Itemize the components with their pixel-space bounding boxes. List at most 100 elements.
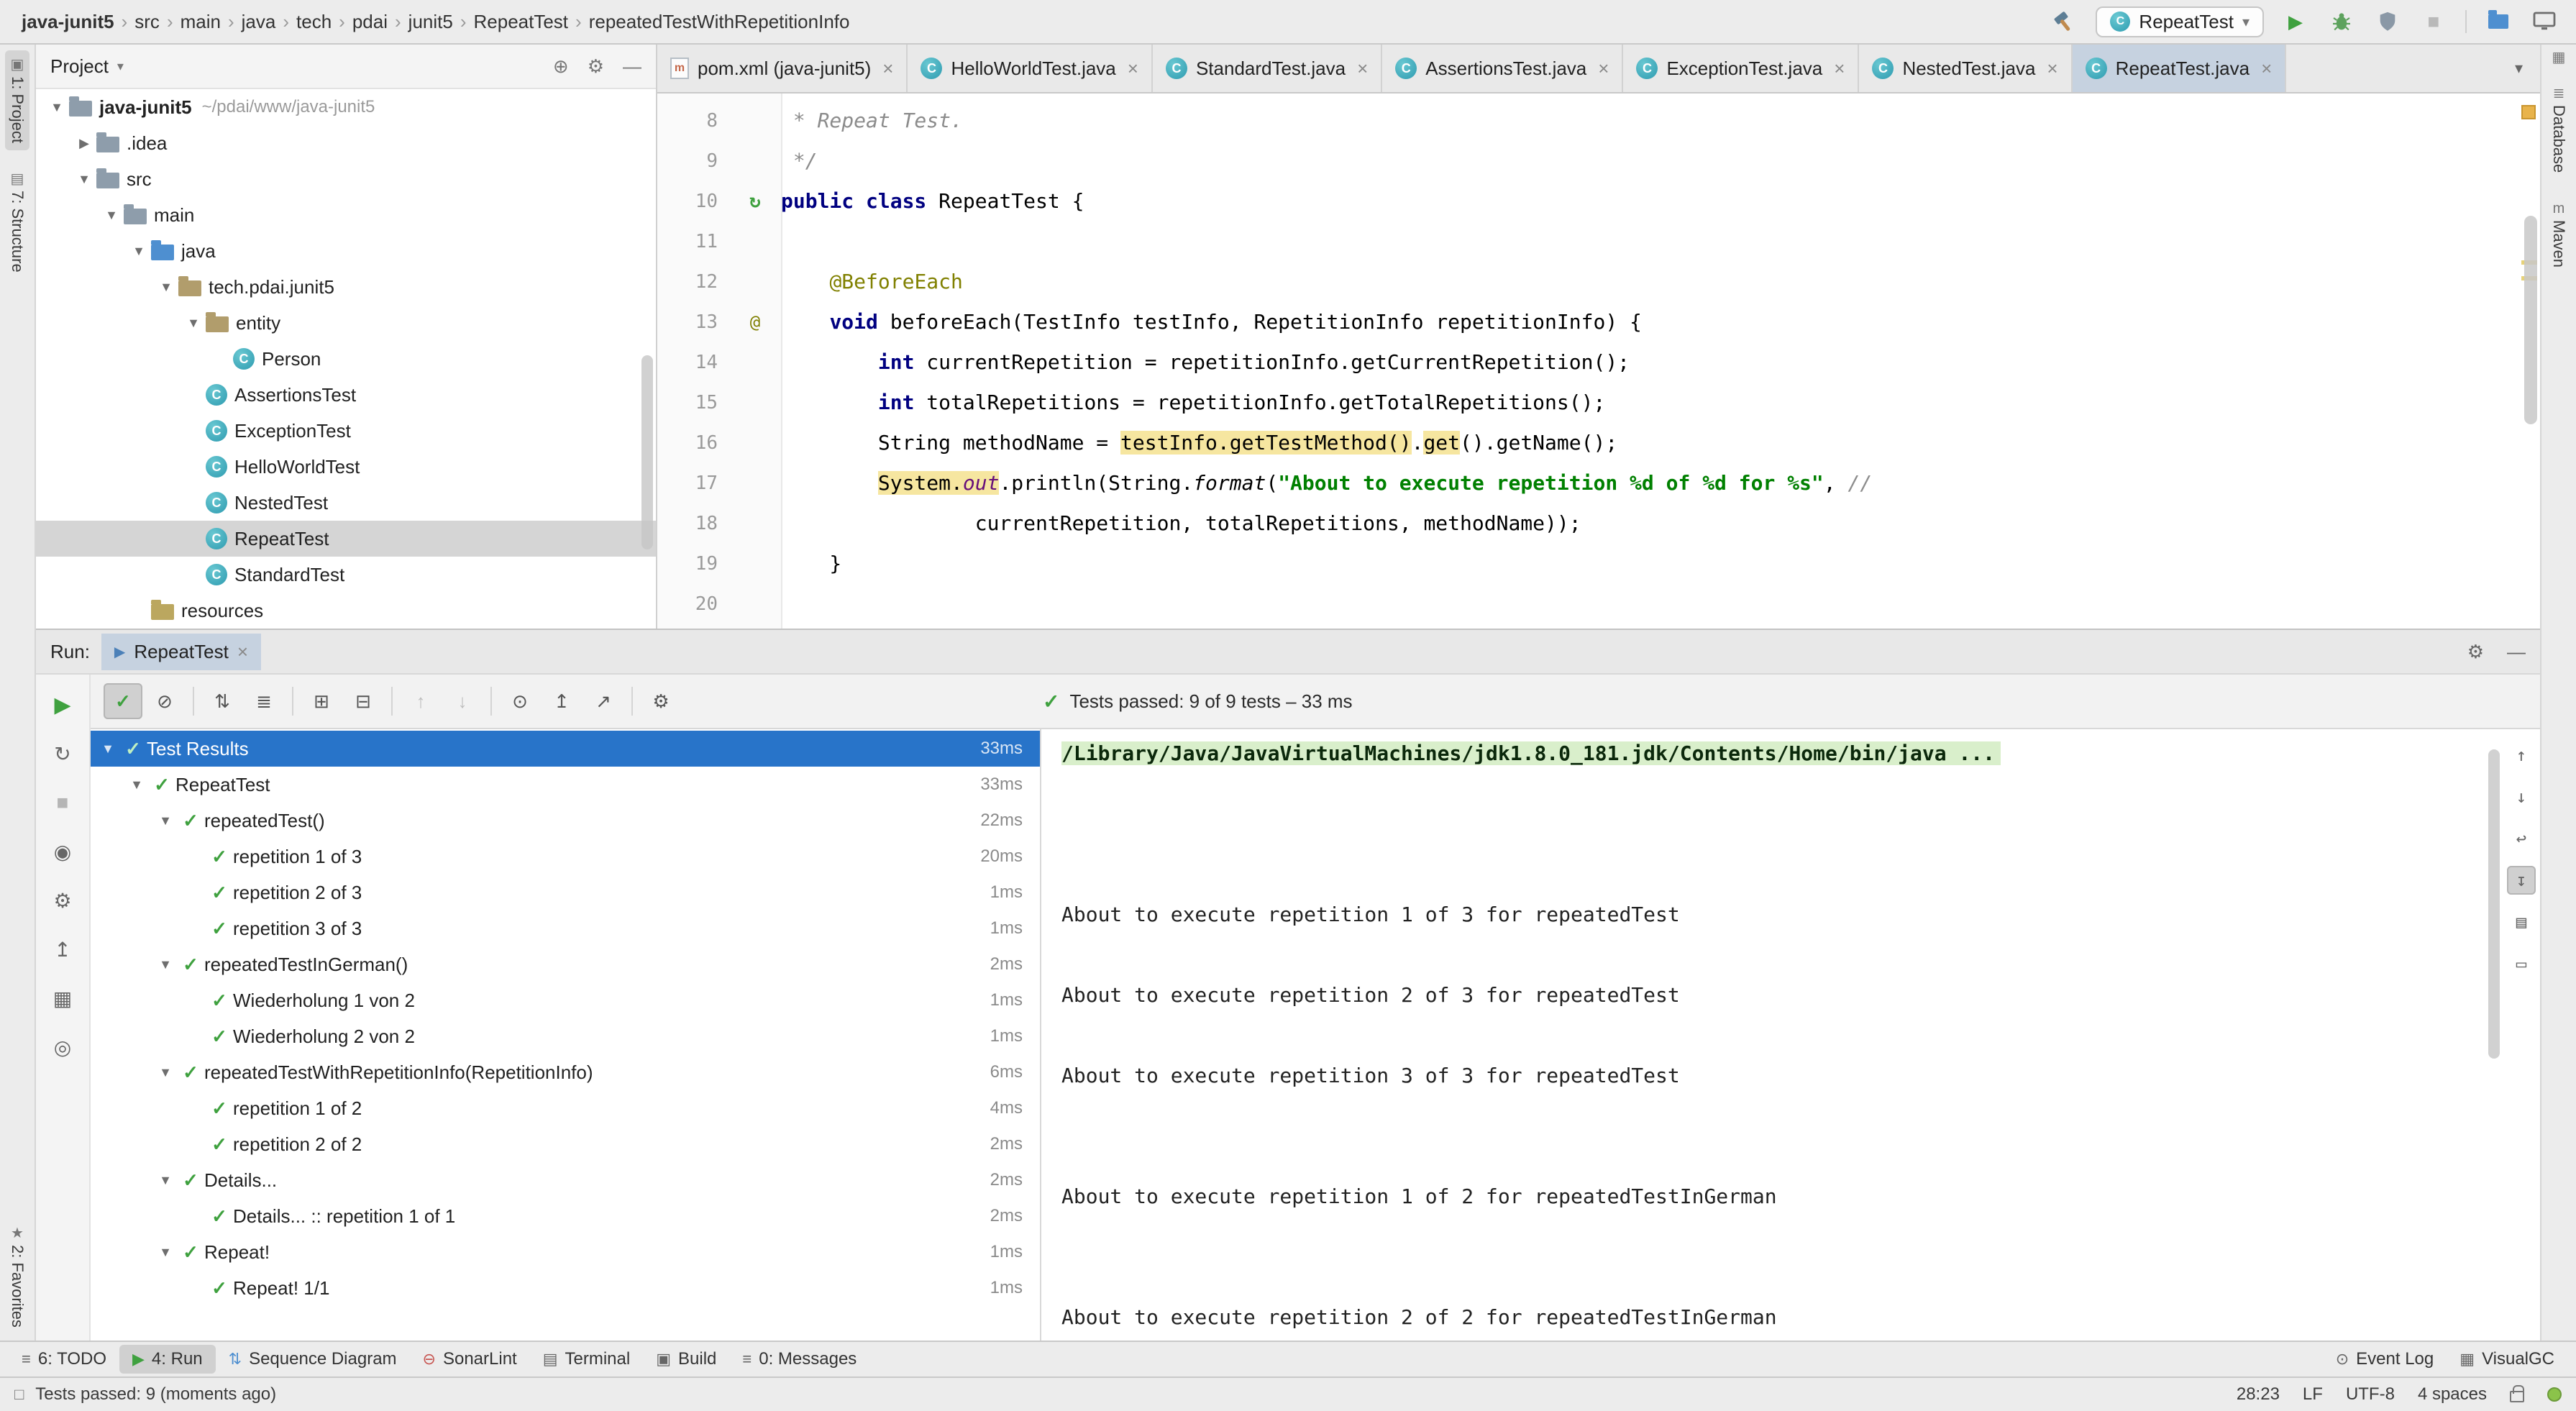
export-test-results-icon[interactable]: ↗	[584, 683, 623, 719]
line-number[interactable]: 10	[657, 181, 729, 222]
toolwindow-button-build[interactable]: ▣Build	[643, 1345, 729, 1374]
show-passed-icon[interactable]: ✓	[104, 683, 142, 719]
line-number[interactable]: 13	[657, 302, 729, 342]
breadcrumb-item[interactable]: junit5	[404, 11, 457, 33]
console-line[interactable]: About to execute repetition 3 of 3 for r…	[1061, 1056, 2491, 1096]
console-line[interactable]: About to execute repetition 1 of 2 for r…	[1061, 1177, 2491, 1217]
chevron-expanded-icon[interactable]: ▼	[154, 1245, 177, 1260]
toolwindow-button-event-log[interactable]: ⊙Event Log	[2323, 1345, 2447, 1374]
project-folder-icon[interactable]	[2484, 7, 2513, 36]
breadcrumb-item[interactable]: repeatedTestWithRepetitionInfo	[585, 11, 854, 33]
scroll-down-icon[interactable]: ↓	[2507, 782, 2536, 811]
editor-tab[interactable]: CHelloWorldTest.java×	[908, 45, 1152, 92]
editor-line[interactable]: 16 String methodName = testInfo.getTestM…	[657, 423, 2540, 463]
run-settings-icon[interactable]: ⚙	[2467, 641, 2484, 663]
tool-switcher-icon[interactable]: ▦	[2552, 50, 2566, 65]
console-line[interactable]: About to execute repetition 2 of 3 for r…	[1061, 975, 2491, 1015]
line-ending[interactable]: LF	[2303, 1384, 2323, 1405]
console-line[interactable]	[1061, 774, 2491, 814]
project-tree-item[interactable]: CExceptionTest	[36, 413, 656, 449]
editor-line[interactable]: 20	[657, 584, 2540, 624]
project-tree-item[interactable]: CRepeatTest	[36, 521, 656, 557]
editor-line[interactable]: 11	[657, 222, 2540, 262]
console-line[interactable]	[1061, 854, 2491, 895]
project-tree-item[interactable]: CNestedTest	[36, 485, 656, 521]
tool-stripe-structure[interactable]: ▤7: Structure	[5, 165, 29, 280]
test-history-icon[interactable]: ⊙	[501, 683, 539, 719]
rerun-tests-icon[interactable]: ▶	[36, 680, 89, 729]
breadcrumb-item[interactable]: tech	[292, 11, 336, 33]
build-hammer-icon[interactable]	[2050, 7, 2078, 36]
editor-scrollbar[interactable]	[2524, 216, 2537, 424]
project-scrollbar[interactable]	[641, 355, 653, 549]
editor-line[interactable]: 12 @BeforeEach	[657, 262, 2540, 302]
test-runner-settings-icon[interactable]: ⚙	[36, 876, 89, 925]
layout-settings-icon[interactable]: ▦	[36, 974, 89, 1023]
test-options-icon[interactable]: ⚙	[641, 683, 680, 719]
editor-line[interactable]: 14 int currentRepetition = repetitionInf…	[657, 342, 2540, 383]
console-line[interactable]	[1061, 1257, 2491, 1297]
editor-tab[interactable]: CExceptionTest.java×	[1623, 45, 1859, 92]
chevron-expanded-icon[interactable]: ▼	[125, 777, 148, 793]
project-tree-item[interactable]: ▼main	[36, 197, 656, 233]
chevron-expanded-icon[interactable]: ▼	[99, 208, 124, 223]
breadcrumb-item[interactable]: main	[176, 11, 225, 33]
scroll-to-end-icon[interactable]: ↧	[2507, 866, 2536, 895]
project-tree-item[interactable]: ▼java-junit5~/pdai/www/java-junit5	[36, 89, 656, 125]
line-number[interactable]: 17	[657, 463, 729, 503]
chevron-expanded-icon[interactable]: ▼	[96, 741, 119, 757]
locate-file-icon[interactable]: ⊕	[553, 55, 569, 78]
breadcrumb-item[interactable]: src	[130, 11, 164, 33]
collapse-all-icon[interactable]: ⊟	[344, 683, 383, 719]
analysis-status-marker[interactable]	[2521, 105, 2536, 119]
scroll-up-icon[interactable]: ↑	[2507, 741, 2536, 770]
close-icon[interactable]: ×	[2261, 58, 2272, 80]
stop-button[interactable]: ■	[2419, 7, 2448, 36]
clear-console-icon[interactable]: ▭	[2507, 949, 2536, 978]
line-number[interactable]: 12	[657, 262, 729, 302]
test-tree-item[interactable]: ✓Details... :: repetition 1 of 12ms	[91, 1198, 1040, 1234]
line-number[interactable]: 15	[657, 383, 729, 423]
debug-button[interactable]	[2327, 7, 2356, 36]
chevron-expanded-icon[interactable]: ▼	[127, 244, 151, 259]
test-tree-item[interactable]: ▼✓repeatedTestInGerman()2ms	[91, 946, 1040, 982]
editor-line[interactable]: 17 System.out.println(String.format("Abo…	[657, 463, 2540, 503]
line-number[interactable]: 20	[657, 584, 729, 624]
console-scrollbar[interactable]	[2488, 749, 2500, 1059]
chevron-expanded-icon[interactable]: ▼	[154, 1173, 177, 1188]
run-tab[interactable]: ▶ RepeatTest ×	[101, 634, 261, 670]
breadcrumb-item[interactable]: pdai	[348, 11, 392, 33]
sort-by-duration-icon[interactable]: ≣	[245, 683, 283, 719]
toolwindow-button-todo[interactable]: ≡6: TODO	[9, 1345, 119, 1374]
test-tree-item[interactable]: ▼✓Repeat!1ms	[91, 1234, 1040, 1270]
run-config-selector[interactable]: C RepeatTest ▾	[2096, 6, 2264, 37]
chevron-expanded-icon[interactable]: ▼	[72, 172, 96, 187]
console-line[interactable]	[1061, 1015, 2491, 1056]
editor-line[interactable]: 10↻public class RepeatTest {	[657, 181, 2540, 222]
previous-failed-test-icon[interactable]: ↑	[401, 683, 440, 719]
code-editor[interactable]: 8 * Repeat Test.9 */10↻public class Repe…	[657, 93, 2540, 629]
test-tree-item[interactable]: ✓repetition 1 of 24ms	[91, 1090, 1040, 1126]
encoding[interactable]: UTF-8	[2346, 1384, 2395, 1405]
indent-setting[interactable]: 4 spaces	[2418, 1384, 2487, 1405]
close-icon[interactable]: ×	[237, 641, 248, 663]
project-tree-item[interactable]: CHelloWorldTest	[36, 449, 656, 485]
hide-run-panel-icon[interactable]: —	[2507, 641, 2526, 663]
test-tree-item[interactable]: ✓Wiederholung 2 von 21ms	[91, 1018, 1040, 1054]
test-tree-item[interactable]: ✓Repeat! 1/11ms	[91, 1270, 1040, 1306]
test-tree-item[interactable]: ✓repetition 2 of 31ms	[91, 875, 1040, 910]
inspections-indicator-icon[interactable]	[2547, 1387, 2562, 1402]
line-number[interactable]: 11	[657, 222, 729, 262]
close-icon[interactable]: ×	[1357, 58, 1368, 80]
test-tree-item[interactable]: ✓repetition 3 of 31ms	[91, 910, 1040, 946]
console-line[interactable]	[1061, 814, 2491, 854]
console[interactable]: /Library/Java/JavaVirtualMachines/jdk1.8…	[1040, 729, 2540, 1341]
test-tree-item[interactable]: ▼✓Test Results33ms	[91, 731, 1040, 767]
line-number[interactable]: 8	[657, 101, 729, 141]
console-line[interactable]	[1061, 935, 2491, 975]
project-tree-item[interactable]: ▼tech.pdai.junit5	[36, 269, 656, 305]
test-tree-item[interactable]: ▼✓RepeatTest33ms	[91, 767, 1040, 803]
toolwindow-button-messages[interactable]: ≡0: Messages	[729, 1345, 869, 1374]
line-number[interactable]: 18	[657, 503, 729, 544]
hide-panel-icon[interactable]: —	[623, 55, 641, 78]
